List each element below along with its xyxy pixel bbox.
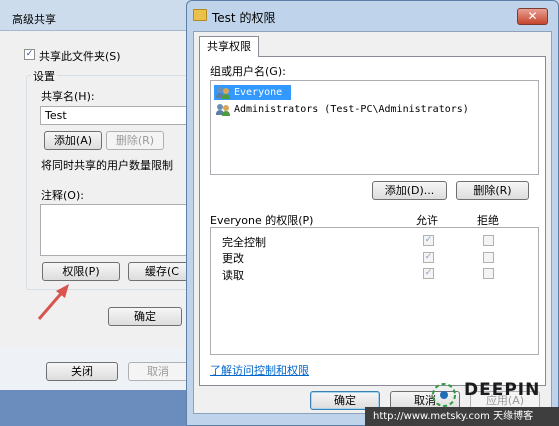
share-name-input[interactable]: Test: [40, 106, 190, 125]
share-folder-checkbox[interactable]: ✓: [24, 49, 35, 60]
users-icon: [216, 87, 231, 99]
advanced-sharing-title: 高级共享: [12, 13, 56, 26]
access-control-help-link[interactable]: 了解访问控制和权限: [210, 362, 309, 378]
red-arrow-annotation: [37, 284, 69, 320]
group-user-label: 组或用户名(G):: [210, 65, 286, 78]
allow-header: 允许: [416, 214, 438, 227]
user-limit-text: 将同时共享的用户数量限制: [41, 159, 173, 172]
comment-label: 注释(O):: [41, 189, 84, 202]
deny-header: 拒绝: [477, 214, 499, 227]
deny-change-checkbox[interactable]: [483, 252, 494, 263]
caching-button[interactable]: 缓存(C: [128, 262, 190, 281]
share-name-label: 共享名(H):: [41, 90, 95, 103]
permissions-header: Everyone 的权限(P): [210, 214, 314, 227]
bg-cancel-button[interactable]: 取消: [128, 362, 188, 381]
comment-input[interactable]: [40, 204, 190, 256]
window-close-button[interactable]: ✕: [517, 8, 548, 25]
tab-share-permissions[interactable]: 共享权限: [199, 36, 259, 57]
permission-change: 更改: [222, 252, 244, 265]
settings-group-label: 设置: [31, 68, 57, 84]
share-folder-label: 共享此文件夹(S): [39, 50, 121, 63]
allow-full-control-checkbox[interactable]: ✓: [423, 235, 434, 246]
permission-read: 读取: [222, 269, 244, 282]
permission-full-control: 完全控制: [222, 236, 266, 249]
watermark-url-bar: http://www.metsky.com 天缘博客: [365, 407, 559, 426]
permissions-window-title: Test 的权限: [212, 11, 276, 25]
watermark-brand: DEEPIN: [464, 380, 541, 400]
add-user-button[interactable]: 添加(D)...: [372, 181, 447, 200]
deny-full-control-checkbox[interactable]: [483, 235, 494, 246]
add-share-button[interactable]: 添加(A): [44, 131, 102, 150]
deepin-logo-icon: [432, 383, 456, 407]
remove-share-button[interactable]: 删除(R): [106, 131, 164, 150]
deny-read-checkbox[interactable]: [483, 268, 494, 279]
taskbar-strip: [0, 390, 195, 426]
allow-read-checkbox[interactable]: ✓: [423, 268, 434, 279]
permissions-button[interactable]: 权限(P): [42, 262, 120, 281]
close-button[interactable]: 关闭: [46, 362, 118, 381]
users-icon: [216, 104, 231, 116]
remove-user-button[interactable]: 删除(R): [456, 181, 529, 200]
user-list-item-administrators[interactable]: Administrators (Test-PC\Administrators): [234, 102, 469, 117]
user-list-item-everyone[interactable]: Everyone: [234, 85, 282, 100]
folder-icon: [193, 9, 207, 21]
allow-change-checkbox[interactable]: ✓: [423, 252, 434, 263]
bg-ok-button[interactable]: 确定: [108, 307, 182, 326]
